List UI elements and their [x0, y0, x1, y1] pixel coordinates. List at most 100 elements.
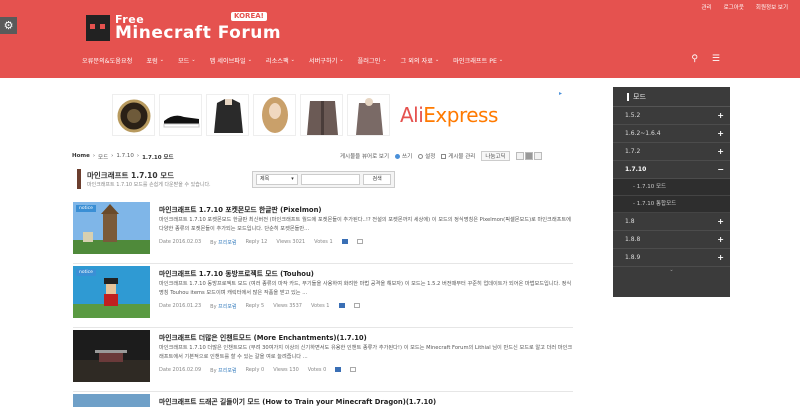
notice-badge: notice [76, 269, 96, 276]
sidebar-subitem[interactable]: - 1.7.10 모드 [613, 179, 730, 196]
profile-link[interactable]: 회원정보 보기 [756, 3, 788, 11]
post-author[interactable]: 프리포럼 [218, 304, 236, 310]
post-replies: Reply 12 [245, 239, 268, 245]
post-row[interactable]: 마인크래프트 드래곤 길들이기 모드 (How to Train your Mi… [73, 394, 573, 407]
aliexpress-logo[interactable]: AliExpress [400, 103, 498, 127]
post-row[interactable]: 마인크래프트 더많은 인챈트모드 (More Enchantments)(1.7… [73, 330, 573, 392]
post-views: Views 3537 [273, 303, 302, 309]
checkbox-icon[interactable] [353, 303, 360, 308]
post-title[interactable]: 마인크래프트 1.7.10 포켓몬모드 한글판 (Pixelmon) [159, 204, 322, 214]
nav-item-mods[interactable]: 모드 ⌄ [171, 56, 203, 65]
checkbox-icon[interactable] [350, 367, 357, 372]
nav-label: 맵 세이브파일 [209, 57, 246, 65]
breadcrumb-home[interactable]: Home [72, 153, 90, 161]
manage-option[interactable]: 게시물 관리 [441, 152, 475, 160]
breadcrumb-current: 1.7.10 모드 [142, 155, 174, 161]
nav-item-resourcepacks[interactable]: 리소스팩 ⌄ [259, 56, 302, 65]
nav-item-servers[interactable]: 서버구하기 ⌄ [302, 56, 351, 65]
post-thumbnail[interactable] [73, 330, 150, 382]
ad-info-icon[interactable]: ▸ [559, 90, 562, 97]
write-option[interactable]: 쓰기 [395, 152, 412, 160]
post-date: Date 2016.02.03 [159, 239, 202, 245]
ad-product-top[interactable] [347, 94, 390, 136]
site-logo[interactable]: Free Minecraft Forum KOREA! [86, 11, 281, 45]
search-form: 제목 ▾ 검색 [252, 171, 395, 188]
post-replies: Reply 5 [245, 303, 265, 309]
ad-product-jacket[interactable] [300, 94, 343, 136]
breadcrumb-item[interactable]: 모드 [98, 153, 108, 161]
nav-item-pe[interactable]: 마인크래프트 PE ⌄ [446, 56, 510, 65]
post-author[interactable]: 프리포럼 [218, 240, 236, 246]
sidebar-item-active[interactable]: 1.7.10 − [613, 161, 730, 179]
post-votes: Votes 1 [310, 303, 330, 309]
post-title[interactable]: 마인크래프트 1.7.10 동방프로젝트 모드 (Touhou) [159, 268, 314, 278]
plus-icon[interactable]: + [717, 231, 724, 249]
category-title: 마인크래프트 1.7.10 모드 [87, 171, 174, 180]
post-row[interactable]: notice 마인크래프트 1.7.10 동방프로젝트 모드 (Touhou) … [73, 266, 573, 328]
post-author[interactable]: 프리포럼 [218, 368, 236, 374]
sidebar-item[interactable]: 1.8.8 + [613, 231, 730, 249]
post-meta: Date 2016.01.23 By 프리포럼 Reply 5 Views 35… [159, 303, 360, 310]
gallery-view-icon[interactable] [533, 152, 542, 160]
post-title[interactable]: 마인크래프트 더많은 인챈트모드 (More Enchantments)(1.7… [159, 332, 367, 342]
sidebar-bar [627, 92, 629, 101]
plus-icon[interactable]: + [717, 107, 724, 125]
nav-item-etc[interactable]: 그 외의 자료 ⌄ [394, 56, 447, 65]
ad-product-shirt[interactable] [206, 94, 249, 136]
nav-label: 포럼 [146, 57, 158, 65]
admin-link[interactable]: 관리 [702, 3, 712, 11]
plus-icon[interactable]: + [717, 143, 724, 161]
search-icon[interactable]: ⚲ [691, 54, 698, 64]
post-thumbnail[interactable] [73, 394, 150, 407]
ad-banner[interactable]: AliExpress ▸ [112, 90, 562, 138]
ad-product-watch[interactable] [112, 94, 155, 136]
nav-item-help[interactable]: 오류문의&도움요청 [75, 56, 139, 65]
sidebar-item[interactable]: 1.8.9 + [613, 249, 730, 267]
nav-item-maps[interactable]: 맵 세이브파일 ⌄ [203, 56, 259, 65]
nav-item-forum[interactable]: 포럼 ⌄ [139, 56, 171, 65]
post-title[interactable]: 마인크래프트 드래곤 길들이기 모드 (How to Train your Mi… [159, 396, 436, 406]
viewer-hint[interactable]: 게시물을 뷰어로 보기 [340, 152, 389, 160]
post-views: Views 3021 [276, 239, 306, 245]
sidebar-item[interactable]: 1.7.2 + [613, 143, 730, 161]
sidebar-item[interactable]: 1.6.2~1.6.4 + [613, 125, 730, 143]
sidebar-subitem[interactable]: - 1.7.10 통합모드 [613, 196, 730, 213]
ad-product-shoes[interactable] [159, 94, 202, 136]
sidebar-item[interactable]: 1.5.2 + [613, 107, 730, 125]
post-row[interactable]: notice 마인크래프트 1.7.10 포켓몬모드 한글판 (Pixelmon… [73, 202, 573, 264]
shoes-image [163, 115, 200, 128]
plus-icon[interactable]: + [717, 249, 724, 267]
nav-item-plugins[interactable]: 플러그인 ⌄ [351, 56, 394, 65]
menu-icon[interactable]: ☰ [712, 54, 720, 64]
search-select-label: 제목 [260, 176, 270, 182]
sidebar-item[interactable]: 1.8 + [613, 213, 730, 231]
watch-image [117, 99, 151, 133]
post-thumbnail[interactable]: notice [73, 266, 150, 318]
search-target-select[interactable]: 제목 ▾ [256, 174, 298, 185]
font-select[interactable]: 나눔고딕 [481, 151, 510, 161]
nav-label: 그 외의 자료 [400, 57, 433, 65]
plus-icon[interactable]: + [717, 125, 724, 143]
file-icon [335, 367, 342, 372]
plus-icon[interactable]: + [717, 213, 724, 231]
nav-label: 리소스팩 [265, 57, 289, 65]
post-thumbnail[interactable]: notice [73, 202, 150, 254]
settings-option[interactable]: 설정 [418, 152, 435, 160]
search-input[interactable] [300, 174, 361, 185]
logout-link[interactable]: 로그아웃 [724, 3, 744, 11]
ad-product-wig[interactable] [253, 94, 296, 136]
sidebar-item-label: 1.8 [625, 218, 635, 225]
search-button[interactable]: 검색 [363, 174, 392, 185]
post-excerpt: 마인크래프트 1.7.10 동방프로젝트 모드 (여러 종류의 마작 카드, 무… [159, 281, 572, 296]
logo-text: Free Minecraft Forum KOREA! [115, 12, 281, 42]
checkbox-icon[interactable] [356, 239, 363, 244]
list-view-icon[interactable] [515, 152, 524, 160]
webzine-view-icon[interactable] [524, 152, 533, 160]
category-bar [77, 169, 81, 189]
gear-icon[interactable]: ⚙ [0, 17, 17, 34]
breadcrumb-item[interactable]: 1.7.10 [116, 153, 134, 161]
sidebar-item-label: 1.6.2~1.6.4 [625, 130, 661, 137]
minus-icon[interactable]: − [717, 161, 724, 179]
chevron-down-icon[interactable]: ⌄ [613, 267, 730, 274]
chevron-down-icon: ⌄ [339, 57, 344, 63]
